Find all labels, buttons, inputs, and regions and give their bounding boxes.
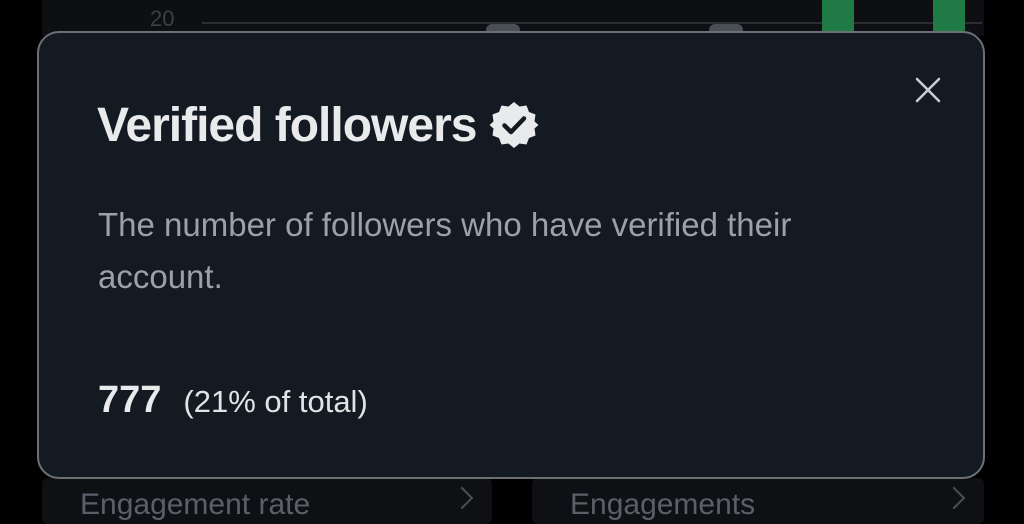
engagements-card[interactable]: Engagements — [532, 478, 984, 524]
dialog-title: Verified followers — [97, 98, 477, 152]
title-row: Verified followers — [97, 93, 540, 157]
screen: 20 Engagement rate Engagements Verified … — [0, 0, 1024, 524]
engagement-rate-card[interactable]: Engagement rate — [42, 478, 492, 524]
chevron-right-icon — [450, 486, 474, 510]
dialog-description: The number of followers who have verifie… — [98, 206, 792, 295]
chart-gridline — [202, 22, 982, 24]
verified-followers-dialog: Verified followers The number of followe… — [37, 31, 985, 479]
card-label: Engagement rate — [80, 488, 311, 521]
chart-tick-label: 20 — [150, 6, 175, 31]
verified-followers-percent: (21% of total) — [183, 384, 368, 419]
card-label: Engagements — [570, 488, 756, 521]
chevron-right-icon — [942, 486, 966, 510]
close-button[interactable] — [913, 75, 943, 105]
verified-badge-icon — [489, 102, 539, 148]
verified-followers-count: 777 — [98, 379, 162, 421]
close-icon — [915, 77, 941, 103]
stat-row: 777 (21% of total) — [98, 379, 368, 422]
